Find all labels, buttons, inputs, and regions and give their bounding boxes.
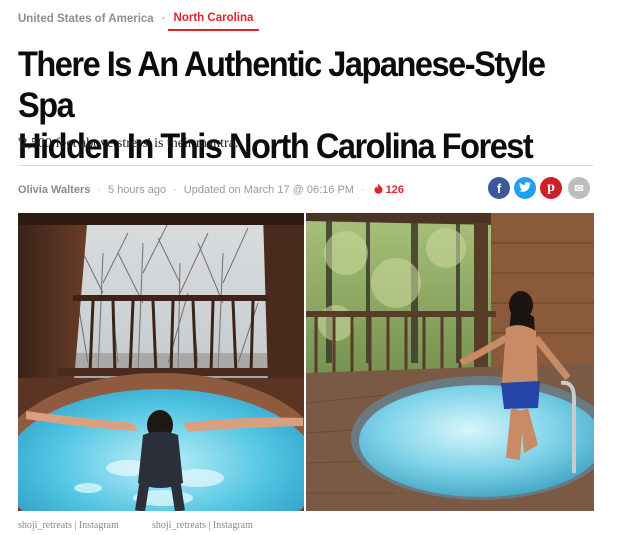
article-subtitle: '2,500 feet above stress' is their mantr… xyxy=(18,136,239,151)
twitter-share-button[interactable] xyxy=(514,177,536,199)
hot-tub-photo-left xyxy=(18,213,304,511)
mail-icon: ✉ xyxy=(574,182,584,195)
author-link[interactable]: Olivia Walters xyxy=(18,184,90,196)
article-meta: Olivia Walters · 5 hours ago · Updated o… xyxy=(18,183,404,197)
photo-credit: shoji_retreats | Instagram xyxy=(18,520,119,531)
breadcrumb-active-underline xyxy=(167,28,260,31)
updated-timestamp: Updated on March 17 @ 06:16 PM xyxy=(183,184,354,196)
divider xyxy=(18,165,594,166)
meta-separator: · xyxy=(360,184,365,196)
email-share-button[interactable]: ✉ xyxy=(568,177,590,199)
meta-separator: · xyxy=(97,184,102,196)
breadcrumb-separator: · xyxy=(161,13,166,25)
breadcrumb-current-label: North Carolina xyxy=(173,11,254,24)
breadcrumb-parent-link[interactable]: United States of America xyxy=(18,13,154,25)
article-title-line1: There Is An Authentic Japanese-Style Spa xyxy=(18,45,546,125)
hot-tub-photo-left-image xyxy=(18,213,304,511)
pinterest-icon: p xyxy=(547,180,555,195)
flame-icon xyxy=(374,183,383,197)
hot-tub-photo-right xyxy=(306,213,594,511)
breadcrumb: United States of America · North Carolin… xyxy=(18,10,260,31)
hot-tub-photo-right-image xyxy=(306,213,594,511)
reaction-count: 126 xyxy=(385,184,404,196)
pinterest-share-button[interactable]: p xyxy=(540,177,562,199)
facebook-share-button[interactable]: f xyxy=(488,177,510,199)
breadcrumb-current-link[interactable]: North Carolina xyxy=(167,11,260,31)
facebook-icon: f xyxy=(496,180,502,196)
twitter-icon xyxy=(519,181,531,195)
photo-credit: shoji_retreats | Instagram xyxy=(152,520,253,531)
time-ago: 5 hours ago xyxy=(108,184,167,196)
meta-separator: · xyxy=(173,184,177,196)
